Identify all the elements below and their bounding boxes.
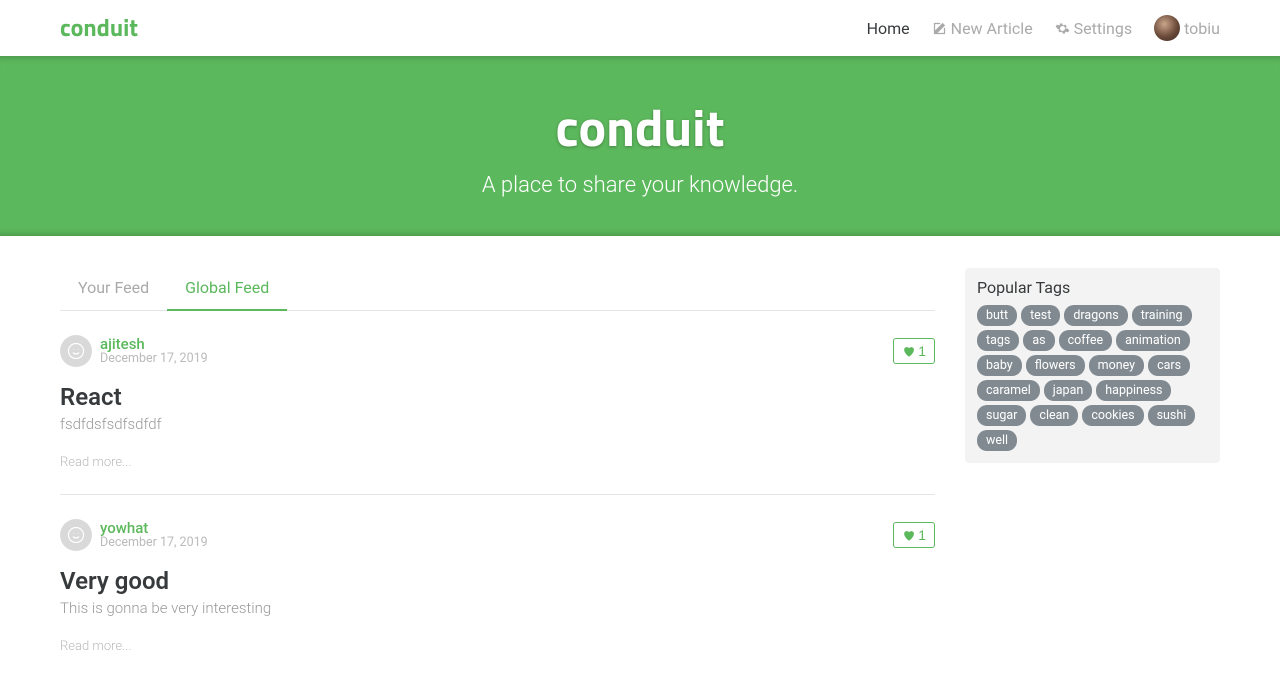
author-avatar[interactable]	[60, 335, 92, 367]
tag-pill[interactable]: caramel	[977, 380, 1040, 401]
article: ajiteshDecember 17, 2019 1 React fsdfdsfsdf…	[60, 311, 935, 495]
tag-pill[interactable]: animation	[1116, 330, 1190, 351]
nav-profile[interactable]: tobiu	[1154, 15, 1220, 41]
feed-tabs: Your Feed Global Feed	[60, 268, 935, 311]
compose-icon	[932, 21, 947, 36]
banner-subtitle: A place to share your knowledge.	[0, 173, 1280, 198]
author-info: yowhatDecember 17, 2019	[100, 520, 208, 550]
tag-pill[interactable]: sushi	[1148, 405, 1196, 426]
article-list: ajiteshDecember 17, 20191Reactfsdfdsfsdf…	[60, 311, 935, 678]
author-link[interactable]: yowhat	[100, 520, 208, 537]
article-title[interactable]: React	[60, 383, 935, 411]
article-meta: ajiteshDecember 17, 2019 1	[60, 335, 935, 367]
sidebar: Popular Tags butttestdragonstraining tags…	[965, 268, 1220, 463]
read-more-link[interactable]: Read more...	[60, 639, 131, 654]
tab-global-feed[interactable]: Global Feed	[167, 268, 287, 311]
favorite-count: 1	[918, 343, 926, 359]
banner-title: conduit	[0, 88, 1280, 167]
tag-pill[interactable]: flowers	[1026, 355, 1085, 376]
tab-your-feed[interactable]: Your Feed	[60, 268, 167, 311]
article-meta: yowhatDecember 17, 2019 1	[60, 519, 935, 551]
favorite-count: 1	[918, 527, 926, 543]
article-title[interactable]: Very good	[60, 567, 935, 595]
tag-pill[interactable]: dragons	[1064, 305, 1127, 326]
heart-icon	[902, 345, 915, 358]
nav-right: Home New Article Settings tobiu	[867, 15, 1220, 41]
brand-logo[interactable]: conduit	[60, 10, 138, 46]
nav-settings-label: Settings	[1074, 19, 1132, 38]
tag-pill[interactable]: butt	[977, 305, 1017, 326]
popular-tags-title: Popular Tags	[977, 278, 1208, 297]
author-avatar[interactable]	[60, 519, 92, 551]
avatar	[1154, 15, 1180, 41]
tag-pill[interactable]: test	[1021, 305, 1060, 326]
tag-pill[interactable]: baby	[977, 355, 1022, 376]
article-date: December 17, 2019	[100, 352, 208, 366]
favorite-button[interactable]: 1	[893, 338, 935, 364]
article-description: This is gonna be very interesting	[60, 599, 935, 617]
nav-new-article-label: New Article	[951, 19, 1033, 38]
page: Your Feed Global Feed ajiteshDecember 17…	[0, 236, 1280, 678]
nav-settings[interactable]: Settings	[1055, 19, 1132, 38]
tag-pill[interactable]: cars	[1148, 355, 1190, 376]
favorite-button[interactable]: 1	[893, 522, 935, 548]
tag-list: butttestdragonstraining tagsascoffeeanima…	[977, 305, 1208, 451]
nav-home[interactable]: Home	[867, 19, 910, 38]
banner: conduit A place to share your knowledge.	[0, 56, 1280, 236]
smiley-icon	[67, 526, 85, 544]
gear-icon	[1055, 21, 1070, 36]
tag-pill[interactable]: clean	[1030, 405, 1078, 426]
nav-new-article[interactable]: New Article	[932, 19, 1033, 38]
article: yowhatDecember 17, 2019 1 Very good This is…	[60, 495, 935, 678]
read-more-link[interactable]: Read more...	[60, 455, 131, 470]
tag-pill[interactable]: sugar	[977, 405, 1026, 426]
tag-pill[interactable]: happiness	[1096, 380, 1171, 401]
main-column: Your Feed Global Feed ajiteshDecember 17…	[60, 268, 935, 678]
tag-pill[interactable]: as	[1023, 330, 1054, 351]
tag-pill[interactable]: tags	[977, 330, 1019, 351]
tag-pill[interactable]: cookies	[1082, 405, 1143, 426]
tag-pill[interactable]: coffee	[1059, 330, 1112, 351]
author-info: ajiteshDecember 17, 2019	[100, 336, 208, 366]
tag-pill[interactable]: money	[1089, 355, 1144, 376]
tag-pill[interactable]: well	[977, 430, 1017, 451]
smiley-icon	[67, 342, 85, 360]
tag-pill[interactable]: training	[1132, 305, 1192, 326]
heart-icon	[902, 529, 915, 542]
article-date: December 17, 2019	[100, 536, 208, 550]
navbar: conduit Home New Article Settings tobiu	[0, 0, 1280, 56]
author-link[interactable]: ajitesh	[100, 336, 208, 353]
article-description: fsdfdsfsdfsdfdf	[60, 415, 935, 433]
nav-username: tobiu	[1184, 19, 1220, 38]
tag-pill[interactable]: japan	[1044, 380, 1093, 401]
